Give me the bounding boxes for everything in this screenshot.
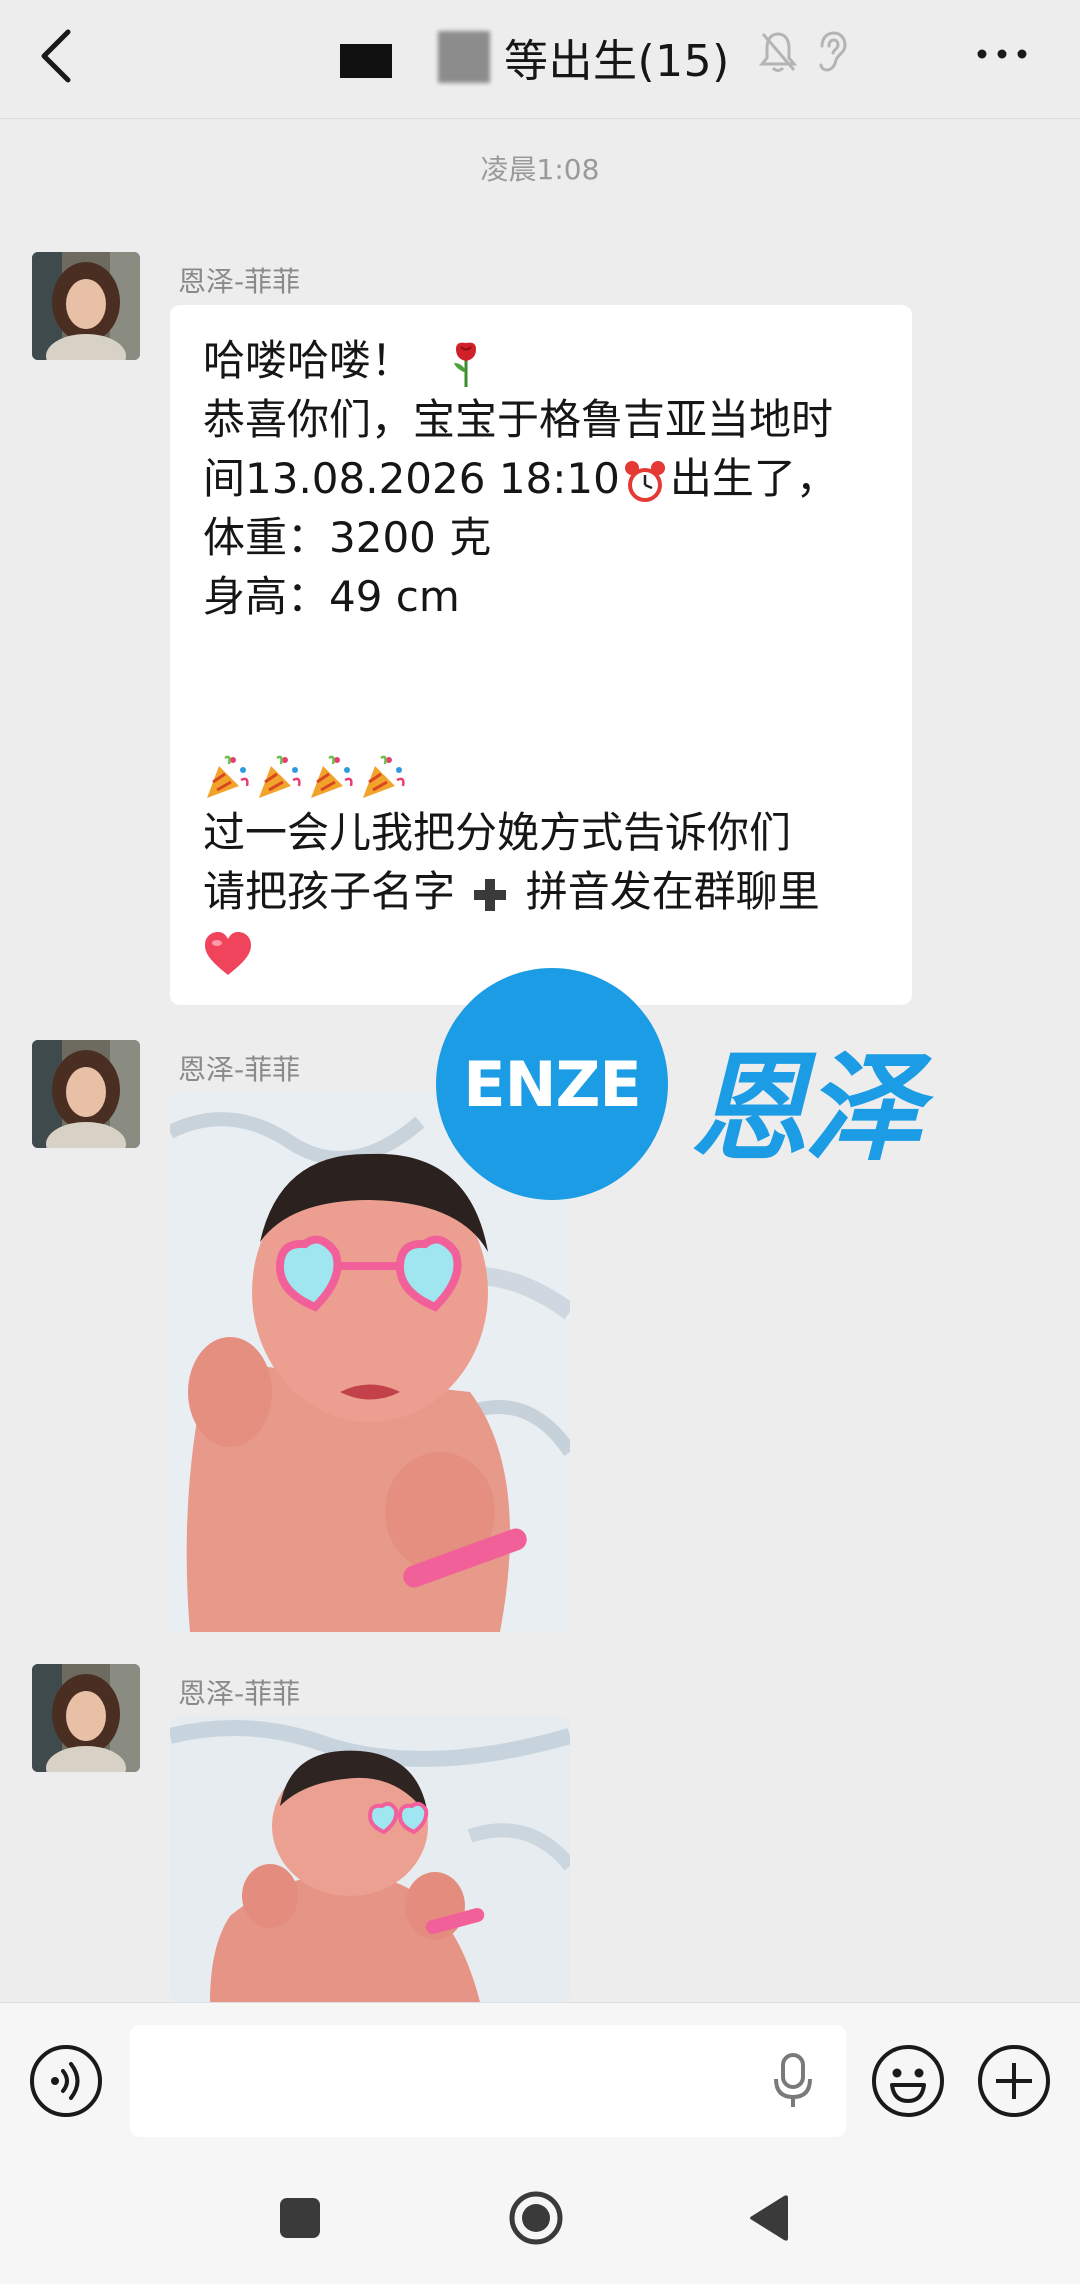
rose-icon (454, 342, 477, 387)
watermark-brand-text: 恩泽 (690, 1038, 922, 1177)
chat-title-area: 等出生(15) (340, 22, 730, 92)
system-nav-bar (0, 2150, 1080, 2284)
redacted-block (438, 31, 490, 83)
more-horizontal-icon[interactable] (974, 36, 1030, 72)
circle-icon[interactable] (508, 2190, 564, 2246)
message-line: 出生了， (669, 454, 838, 503)
plus-circle-icon[interactable] (976, 2043, 1052, 2119)
square-icon[interactable] (280, 2198, 320, 2238)
message-line: 请把孩子名字 (203, 867, 456, 916)
message-line: 身高：49 cm (203, 572, 460, 621)
message-line: 过一会儿我把分娩方式告诉你们 (203, 808, 792, 857)
sender-name: 恩泽-菲菲 (178, 265, 301, 298)
triangle-back-icon[interactable] (748, 2194, 792, 2242)
chat-title: 等出生(15) (504, 36, 730, 87)
chat-header: 等出生(15) (0, 0, 1080, 119)
party-popper-row (203, 744, 882, 803)
message-line: 间13.08.2026 18:10 (203, 454, 620, 503)
mic-icon[interactable] (770, 2051, 816, 2111)
alarm-clock-icon (624, 460, 665, 502)
watermark-logo: ENZE (436, 968, 668, 1200)
redacted-block (340, 44, 392, 78)
message-bubble[interactable]: 哈喽哈喽！ 恭喜你们，宝宝于格鲁吉亚当地时 间13.08.2026 18:10 … (170, 305, 912, 1005)
message-line: 恭喜你们，宝宝于格鲁吉亚当地时 (203, 395, 834, 444)
message-timestamp: 凌晨1:08 (480, 153, 600, 186)
message-line: 体重：3200 克 (203, 513, 492, 562)
red-heart-icon (205, 931, 251, 975)
message-line: 拼音发在群聊里 (525, 867, 820, 916)
message-input-bar (0, 2002, 1080, 2151)
party-popper-icon (207, 754, 405, 799)
image-message[interactable] (170, 1716, 570, 2002)
bell-off-icon (758, 32, 798, 72)
sender-avatar[interactable] (32, 1664, 140, 1772)
sender-name: 恩泽-菲菲 (178, 1053, 301, 1086)
chevron-left-icon[interactable] (36, 26, 76, 86)
sender-name: 恩泽-菲菲 (178, 1677, 301, 1710)
ear-icon (819, 31, 847, 72)
voice-icon[interactable] (28, 2043, 104, 2119)
sender-avatar[interactable] (32, 252, 140, 360)
message-input[interactable] (130, 2025, 846, 2137)
message-line: 哈喽哈喽！ (203, 336, 414, 385)
emoji-icon[interactable] (870, 2043, 946, 2119)
sender-avatar[interactable] (32, 1040, 140, 1148)
heavy-plus-icon (474, 878, 507, 911)
